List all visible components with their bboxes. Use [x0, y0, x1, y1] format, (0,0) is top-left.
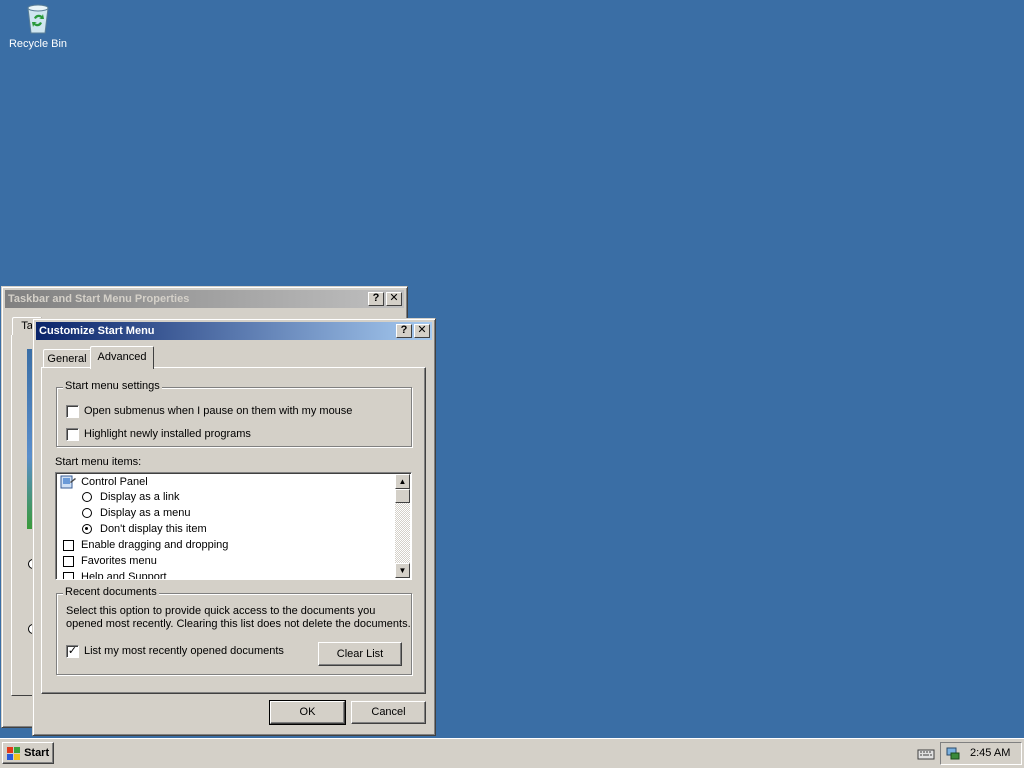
- ok-button[interactable]: OK: [269, 700, 346, 725]
- group-legend: Start menu settings: [63, 380, 162, 392]
- system-tray: 2:45 AM: [940, 742, 1022, 765]
- vertical-scrollbar[interactable]: ▲ ▼: [395, 474, 410, 578]
- tab-advanced[interactable]: Advanced: [90, 346, 154, 369]
- scroll-thumb[interactable]: [395, 489, 410, 503]
- group-legend: Recent documents: [63, 586, 159, 598]
- list-recent-docs-checkbox[interactable]: ✓: [66, 645, 79, 658]
- taskbar: Start 2:45 AM: [0, 738, 1024, 768]
- list-item-label[interactable]: Display as a menu: [100, 505, 191, 521]
- recent-docs-description: Select this option to provide quick acce…: [66, 605, 376, 617]
- open-submenus-checkbox[interactable]: [66, 405, 79, 418]
- clock[interactable]: 2:45 AM: [970, 747, 1010, 759]
- dont-display-radio[interactable]: [82, 524, 92, 534]
- start-menu-settings-group: Start menu settings Open submenus when I…: [56, 380, 412, 447]
- list-item-label[interactable]: Help and Support: [81, 569, 167, 579]
- highlight-programs-checkbox[interactable]: [66, 428, 79, 441]
- help-button[interactable]: ?: [368, 292, 384, 306]
- keyboard-icon[interactable]: [917, 747, 935, 761]
- recent-documents-group: Recent documents Select this option to p…: [56, 586, 412, 675]
- scroll-down-button[interactable]: ▼: [395, 563, 410, 578]
- tab-general[interactable]: General: [43, 349, 91, 368]
- list-item-label[interactable]: Don't display this item: [100, 521, 207, 537]
- enable-dragging-checkbox[interactable]: [63, 540, 74, 551]
- tab-label: General: [47, 353, 87, 365]
- help-support-checkbox[interactable]: [63, 572, 74, 579]
- list-item-label[interactable]: Display as a link: [100, 489, 179, 505]
- window-title: Taskbar and Start Menu Properties: [8, 293, 190, 305]
- button-label: OK: [299, 706, 316, 718]
- network-icon[interactable]: [945, 746, 961, 762]
- list-item-label[interactable]: Enable dragging and dropping: [81, 537, 228, 553]
- start-label: Start: [24, 747, 50, 759]
- display-as-link-radio[interactable]: [82, 492, 92, 502]
- scroll-up-button[interactable]: ▲: [395, 474, 410, 489]
- dialog-titlebar[interactable]: Customize Start Menu ? ✕: [36, 322, 432, 340]
- button-label: Clear List: [336, 648, 384, 660]
- desktop-icon-label: Recycle Bin: [8, 38, 68, 50]
- checkbox-label[interactable]: Highlight newly installed programs: [84, 428, 251, 440]
- control-panel-icon: [60, 475, 76, 489]
- windows-logo-icon: [7, 746, 20, 760]
- list-item[interactable]: Control Panel: [60, 474, 148, 490]
- close-button[interactable]: ✕: [414, 324, 430, 338]
- favorites-menu-checkbox[interactable]: [63, 556, 74, 567]
- list-item-label[interactable]: Favorites menu: [81, 553, 157, 569]
- dialog-title: Customize Start Menu: [39, 325, 155, 337]
- recent-docs-description: opened most recently. Clearing this list…: [66, 618, 411, 630]
- display-as-menu-radio[interactable]: [82, 508, 92, 518]
- start-menu-items-label: Start menu items:: [55, 456, 142, 468]
- desktop-icon-recycle-bin[interactable]: Recycle Bin: [4, 0, 72, 60]
- recycle-bin-icon: [27, 4, 49, 34]
- close-icon: ✕: [417, 324, 427, 336]
- cancel-button[interactable]: Cancel: [351, 701, 426, 724]
- tab-label: Advanced: [97, 351, 147, 363]
- button-label: Cancel: [371, 706, 406, 718]
- help-button[interactable]: ?: [396, 324, 412, 338]
- clear-list-button[interactable]: Clear List: [318, 642, 402, 666]
- window-titlebar[interactable]: Taskbar and Start Menu Properties ? ✕: [5, 290, 404, 308]
- checkbox-label[interactable]: Open submenus when I pause on them with …: [84, 405, 352, 417]
- close-button[interactable]: ✕: [386, 292, 402, 306]
- start-menu-items-list[interactable]: Control Panel Display as a link Display …: [55, 472, 412, 580]
- customize-start-menu-dialog[interactable]: Customize Start Menu ? ✕ General Advance…: [32, 318, 436, 736]
- list-item-label: Control Panel: [81, 476, 148, 488]
- checkbox-label[interactable]: List my most recently opened documents: [84, 645, 284, 657]
- start-button[interactable]: Start: [2, 742, 54, 764]
